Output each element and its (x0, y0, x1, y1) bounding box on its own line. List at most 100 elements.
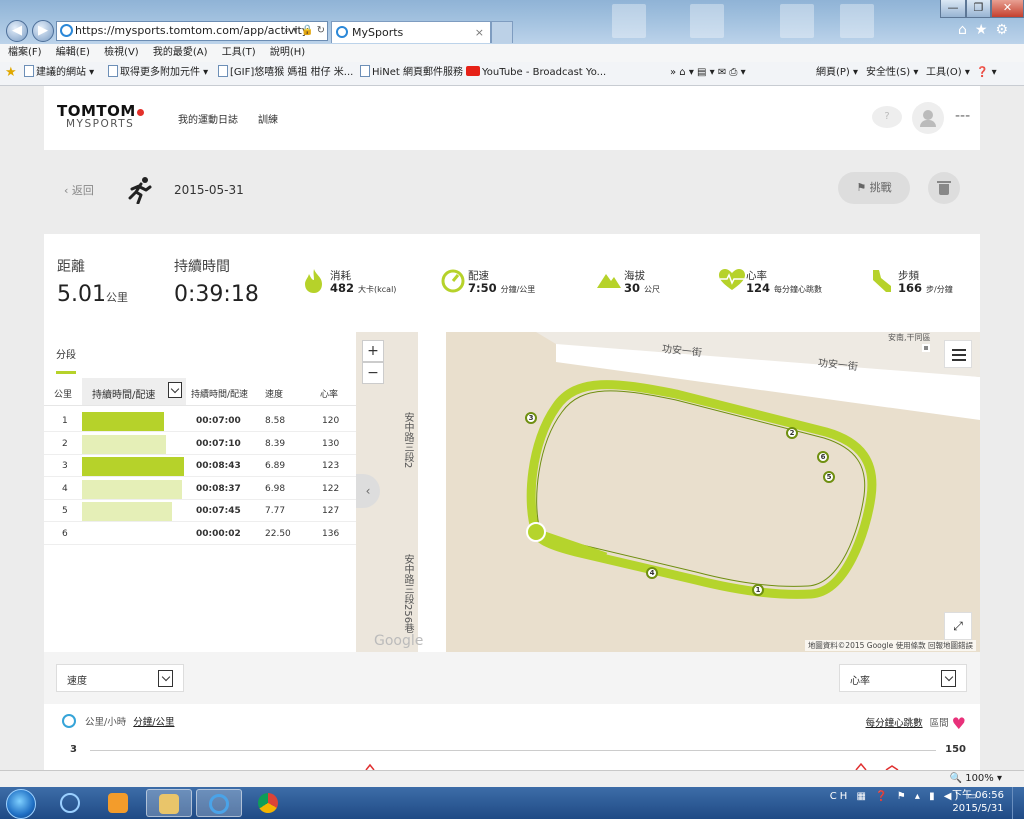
favorites-star-icon[interactable]: ★ (5, 62, 17, 84)
split-km: 2 (62, 438, 68, 449)
splits-panel: 分段 公里 持續時間/配速 持續時間/配速 速度 心率 1 00:07:00 8.5… (44, 332, 356, 652)
toolbar-tools[interactable]: 工具(O) ▾ (926, 62, 970, 84)
table-row[interactable]: 2 00:07:10 8.39 130 (44, 433, 356, 455)
km-marker[interactable]: 1 (752, 584, 764, 596)
fav-hinet[interactable]: HiNet 網頁郵件服務 (360, 62, 463, 84)
table-row[interactable]: 5 00:07:45 7.77 127 (44, 500, 356, 522)
taskbar-ie-pinned[interactable] (48, 789, 94, 817)
settings-gear-icon[interactable]: ⚙ (995, 22, 1016, 38)
browser-right-icons[interactable]: ⌂★⚙ (958, 22, 1016, 38)
right-metric-select[interactable]: 心率 (839, 664, 967, 692)
left-metric-select[interactable]: 速度 (56, 664, 184, 692)
zoom-in-button[interactable]: + (362, 340, 384, 362)
language-indicator[interactable]: CH (830, 791, 851, 802)
minimize-button[interactable]: — (940, 0, 966, 18)
km-marker[interactable]: 4 (646, 567, 658, 579)
table-row[interactable]: 1 00:07:00 8.58 120 (44, 410, 356, 432)
tab-splits[interactable]: 分段 (56, 346, 76, 374)
close-tab-icon[interactable]: × (475, 22, 484, 43)
avatar[interactable] (912, 102, 944, 134)
table-row[interactable]: 6 00:00:02 22.50 136 (44, 523, 356, 545)
menu-favorites[interactable]: 我的最愛(A) (153, 47, 208, 58)
taskbar-explorer[interactable] (146, 789, 192, 817)
forward-nav-button[interactable]: ▶ (32, 20, 54, 42)
stat-distance: 距離 5.01公里 (57, 256, 128, 307)
zoom-level[interactable]: 🔍 100% ▾ (950, 773, 1002, 784)
toolbar-safety[interactable]: 安全性(S) ▾ (866, 62, 918, 84)
map-layers-menu-icon[interactable] (944, 340, 972, 368)
tab-title: MySports (352, 26, 404, 39)
split-heart-rate: 122 (322, 483, 340, 494)
taskbar-ie-active[interactable] (196, 789, 242, 817)
calories-unit: 大卡(kcal) (358, 285, 397, 294)
new-tab-button[interactable] (491, 21, 513, 43)
menu-view[interactable]: 檢視(V) (104, 47, 139, 58)
km-marker[interactable]: 3 (525, 412, 537, 424)
favorites-star-icon[interactable]: ★ (975, 22, 996, 38)
split-km: 6 (62, 528, 68, 539)
gauge-icon (441, 269, 465, 293)
clock[interactable]: 下午 06:56 2015/5/31 (952, 789, 1004, 815)
duration-bar (82, 434, 166, 454)
chevron-left-icon: ‹ (64, 184, 72, 197)
table-row[interactable]: 3 00:08:43 6.89 123 (44, 455, 356, 477)
taskbar-media-player[interactable] (96, 789, 142, 817)
split-heart-rate: 127 (322, 506, 340, 516)
menu-edit[interactable]: 編輯(E) (56, 47, 90, 58)
fav-suggested-sites[interactable]: 建議的網站 ▾ (24, 62, 94, 84)
km-marker[interactable]: 5 (823, 471, 835, 483)
address-url: https://mysports.tomtom.com/app/activity (75, 24, 309, 37)
address-bar[interactable]: https://mysports.tomtom.com/app/activity… (56, 21, 328, 41)
menu-tools[interactable]: 工具(T) (222, 47, 256, 58)
back-link[interactable]: ‹ 返回 (64, 182, 94, 198)
chrome-icon (258, 793, 278, 813)
back-nav-button[interactable]: ◀ (6, 20, 28, 42)
activity-bar: ‹ 返回 2015-05-31 ⚑ 挑戰 (44, 150, 980, 234)
splits-metric-select[interactable]: 持續時間/配速 (82, 378, 186, 405)
start-marker-icon[interactable] (526, 522, 546, 542)
chevron-down-icon (941, 670, 956, 687)
toolbar-page[interactable]: 網頁(P) ▾ (816, 62, 858, 84)
help-bubble-icon[interactable]: ? (872, 106, 902, 128)
km-marker[interactable]: 6 (817, 451, 829, 463)
table-row[interactable]: 4 00:08:37 6.98 122 (44, 478, 356, 500)
challenge-label: 挑戰 (869, 181, 892, 194)
fav-youtube[interactable]: YouTube - Broadcast Yo... (466, 62, 606, 84)
fullscreen-icon[interactable]: ⤢ (944, 612, 972, 640)
menu-file[interactable]: 檔案(F) (8, 47, 42, 58)
split-heart-rate: 136 (322, 528, 340, 539)
menu-help[interactable]: 說明(H) (270, 47, 305, 58)
home-icon[interactable]: ⌂ (958, 22, 975, 38)
km-marker[interactable]: 2 (786, 427, 798, 439)
route-track (526, 380, 877, 599)
maximize-button[interactable]: ❐ (966, 0, 991, 18)
tab-mysports[interactable]: MySports × (331, 21, 491, 43)
nav-activity-log[interactable]: 我的運動日誌 (178, 111, 238, 126)
search-icon[interactable]: ⌕ ▾ 🔒 ↻ (284, 22, 325, 40)
close-window-button[interactable]: ✕ (991, 0, 1024, 18)
back-label: 返回 (71, 184, 94, 197)
page-icon (24, 65, 34, 77)
start-button[interactable] (6, 789, 36, 819)
toolbar-chevron-icon[interactable]: » ⌂ ▾ ▤ ▾ ✉ ⎙ ▾ (670, 62, 746, 84)
map-attribution[interactable]: 地圖資料©2015 Google 使用條款 回報地圖錯誤 (804, 640, 976, 651)
fav-addons[interactable]: 取得更多附加元件 ▾ (108, 62, 208, 84)
fav-label: YouTube - Broadcast Yo... (482, 67, 607, 78)
fav-gif[interactable]: [GIF]悠嘻猴 媽祖 柑仔 米... (218, 62, 353, 84)
nav-training[interactable]: 訓練 (258, 111, 278, 126)
duration-bar (82, 457, 184, 476)
route-map[interactable]: 功安一街 功安一街 安中路三段2 安中路三段256巷 安南,干同區 123456… (356, 332, 980, 652)
show-desktop-button[interactable] (1012, 787, 1024, 819)
taskbar-chrome[interactable] (246, 789, 292, 817)
shoe-icon (873, 270, 891, 292)
more-menu-icon[interactable]: --- (955, 108, 970, 124)
duration-bar (82, 479, 182, 499)
chevron-down-icon (158, 670, 173, 687)
delete-trash-icon[interactable] (928, 172, 960, 204)
browser-titlebar: ◀ ▶ https://mysports.tomtom.com/app/acti… (0, 0, 1024, 44)
split-duration: 00:07:10 (196, 438, 241, 449)
help-icon[interactable]: ❓ ▾ (976, 62, 997, 84)
challenge-button[interactable]: ⚑ 挑戰 (838, 172, 910, 204)
zoom-out-button[interactable]: − (362, 362, 384, 384)
duration-value: 0:39:18 (174, 282, 259, 307)
